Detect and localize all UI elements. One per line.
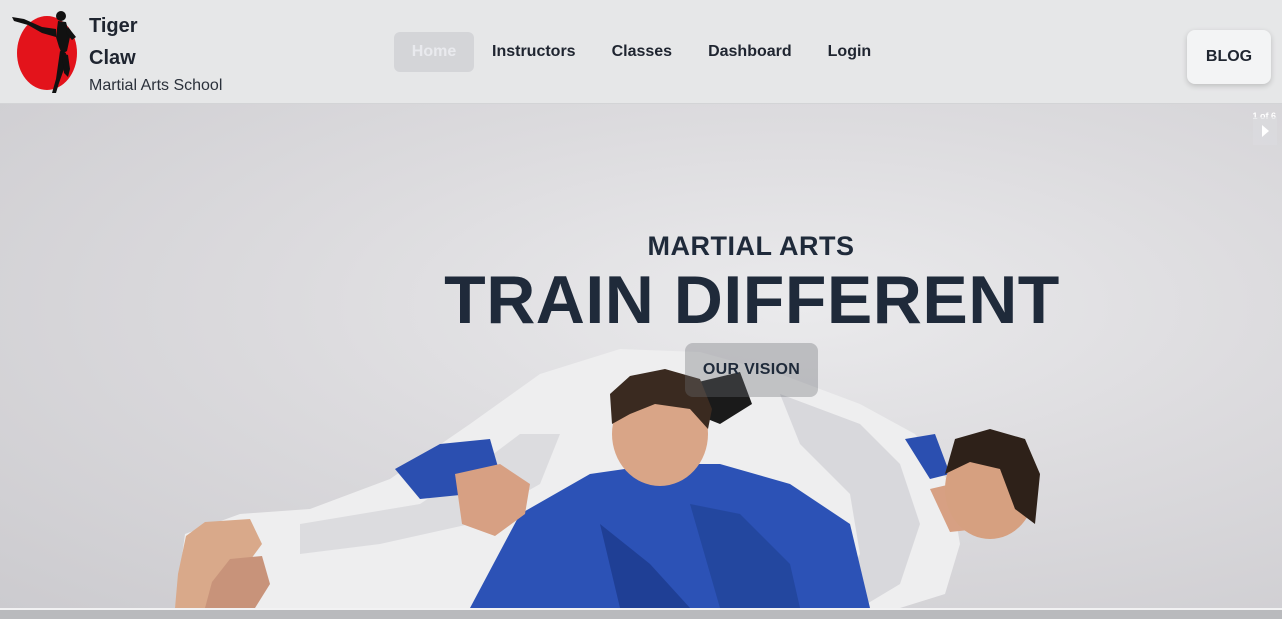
hero-title: TRAIN DIFFERENT xyxy=(444,262,1060,338)
nav-login[interactable]: Login xyxy=(810,32,890,72)
hero-image-judo-throw xyxy=(175,349,1040,608)
brand-title-line1: Tiger xyxy=(89,15,138,37)
chevron-right-icon[interactable] xyxy=(1253,117,1277,145)
nav-instructors[interactable]: Instructors xyxy=(474,32,594,72)
nav-dashboard[interactable]: Dashboard xyxy=(690,32,810,72)
blog-button[interactable]: BLOG xyxy=(1187,30,1271,84)
nav-classes[interactable]: Classes xyxy=(594,32,691,72)
hero-carousel: 1 of 6 MARTIAL ARTS TRAIN DIFFERENT OUR … xyxy=(0,104,1282,608)
karate-kick-silhouette-icon[interactable] xyxy=(12,7,84,97)
brand-title-line2: Claw xyxy=(89,47,136,69)
our-vision-button[interactable]: OUR VISION xyxy=(685,343,818,397)
horizontal-scrollbar[interactable] xyxy=(0,608,1282,619)
brand-name[interactable]: Tiger Claw Martial Arts School xyxy=(89,10,222,96)
site-header: Tiger Claw Martial Arts School Home Inst… xyxy=(0,0,1282,104)
main-nav: Home Instructors Classes Dashboard Login xyxy=(394,32,889,72)
nav-home[interactable]: Home xyxy=(394,32,474,72)
hero-subtitle: MARTIAL ARTS xyxy=(647,231,855,261)
brand-subtitle: Martial Arts School xyxy=(89,77,223,94)
